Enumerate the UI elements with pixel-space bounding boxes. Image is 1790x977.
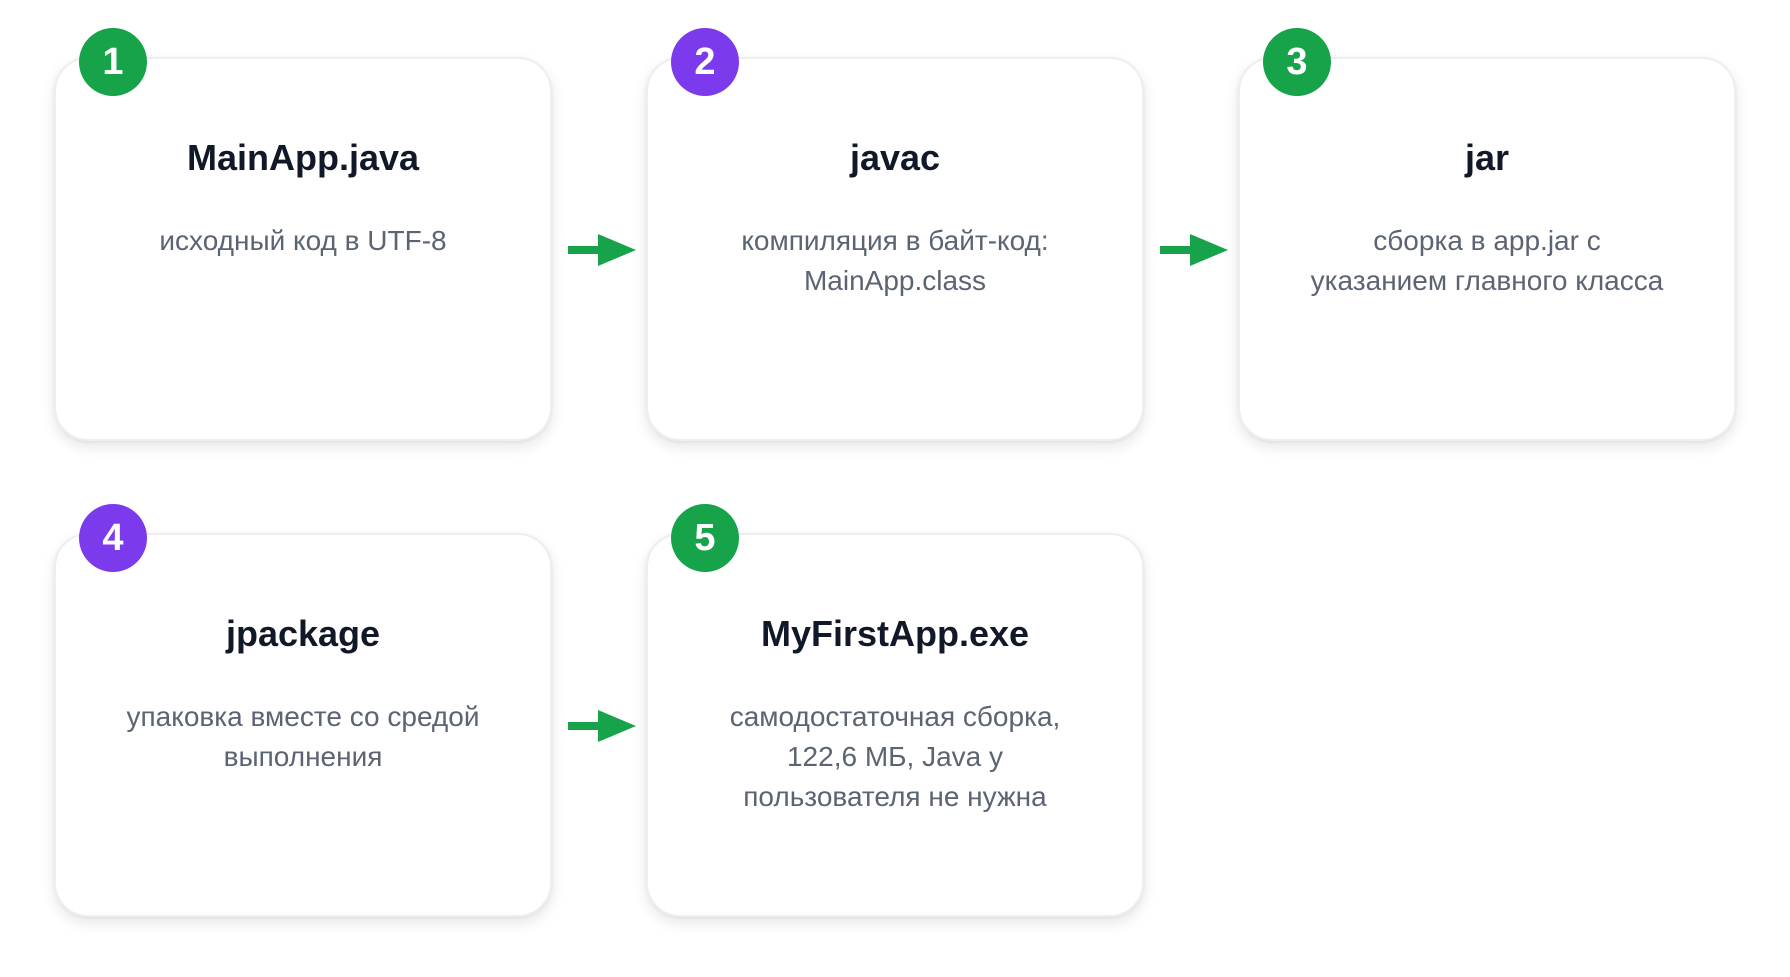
description-line: упаковка вместе со средой — [126, 701, 480, 732]
step-description: упаковка вместе со средой выполнения — [86, 697, 520, 777]
step-card-1: MainApp.java исходный код в UTF-8 — [54, 57, 552, 441]
description-line: самодостаточная сборка, — [729, 701, 1061, 732]
description-line: MainApp.class — [803, 265, 987, 296]
description-line: компиляция в байт-код: — [741, 225, 1049, 256]
description-line: 122,6 МБ, Java у — [786, 741, 1004, 772]
step-number-badge-5: 5 — [671, 504, 739, 572]
step-number-badge-3: 3 — [1263, 28, 1331, 96]
description-line: выполнения — [223, 741, 383, 772]
right-arrow-icon — [568, 710, 636, 742]
description-line: указанием главного класса — [1310, 265, 1664, 296]
step-title: MyFirstApp.exe — [760, 613, 1030, 654]
description-line: пользователя не нужна — [743, 781, 1047, 812]
step-number-badge-4: 4 — [79, 504, 147, 572]
step-description: сборка в app.jar с указанием главного кл… — [1270, 221, 1704, 301]
step-card-3: jar сборка в app.jar с указанием главног… — [1238, 57, 1736, 441]
right-arrow-icon — [568, 234, 636, 266]
step-number-badge-1: 1 — [79, 28, 147, 96]
right-arrow-icon — [1160, 234, 1228, 266]
step-card-5: MyFirstApp.exe самодостаточная сборка, 1… — [646, 533, 1144, 917]
description-line: сборка в app.jar с — [1373, 225, 1601, 256]
step-description: исходный код в UTF-8 — [86, 221, 520, 261]
step-number-badge-2: 2 — [671, 28, 739, 96]
step-description: самодостаточная сборка, 122,6 МБ, Java у… — [678, 697, 1112, 817]
step-title: jar — [1464, 137, 1510, 178]
step-card-2: javac компиляция в байт-код: MainApp.cla… — [646, 57, 1144, 441]
step-description: компиляция в байт-код: MainApp.class — [678, 221, 1112, 301]
step-card-4: jpackage упаковка вместе со средой выпол… — [54, 533, 552, 917]
step-title: javac — [849, 137, 941, 178]
description-line: исходный код в UTF-8 — [159, 225, 447, 256]
step-title: jpackage — [225, 613, 381, 654]
step-title: MainApp.java — [186, 137, 420, 178]
